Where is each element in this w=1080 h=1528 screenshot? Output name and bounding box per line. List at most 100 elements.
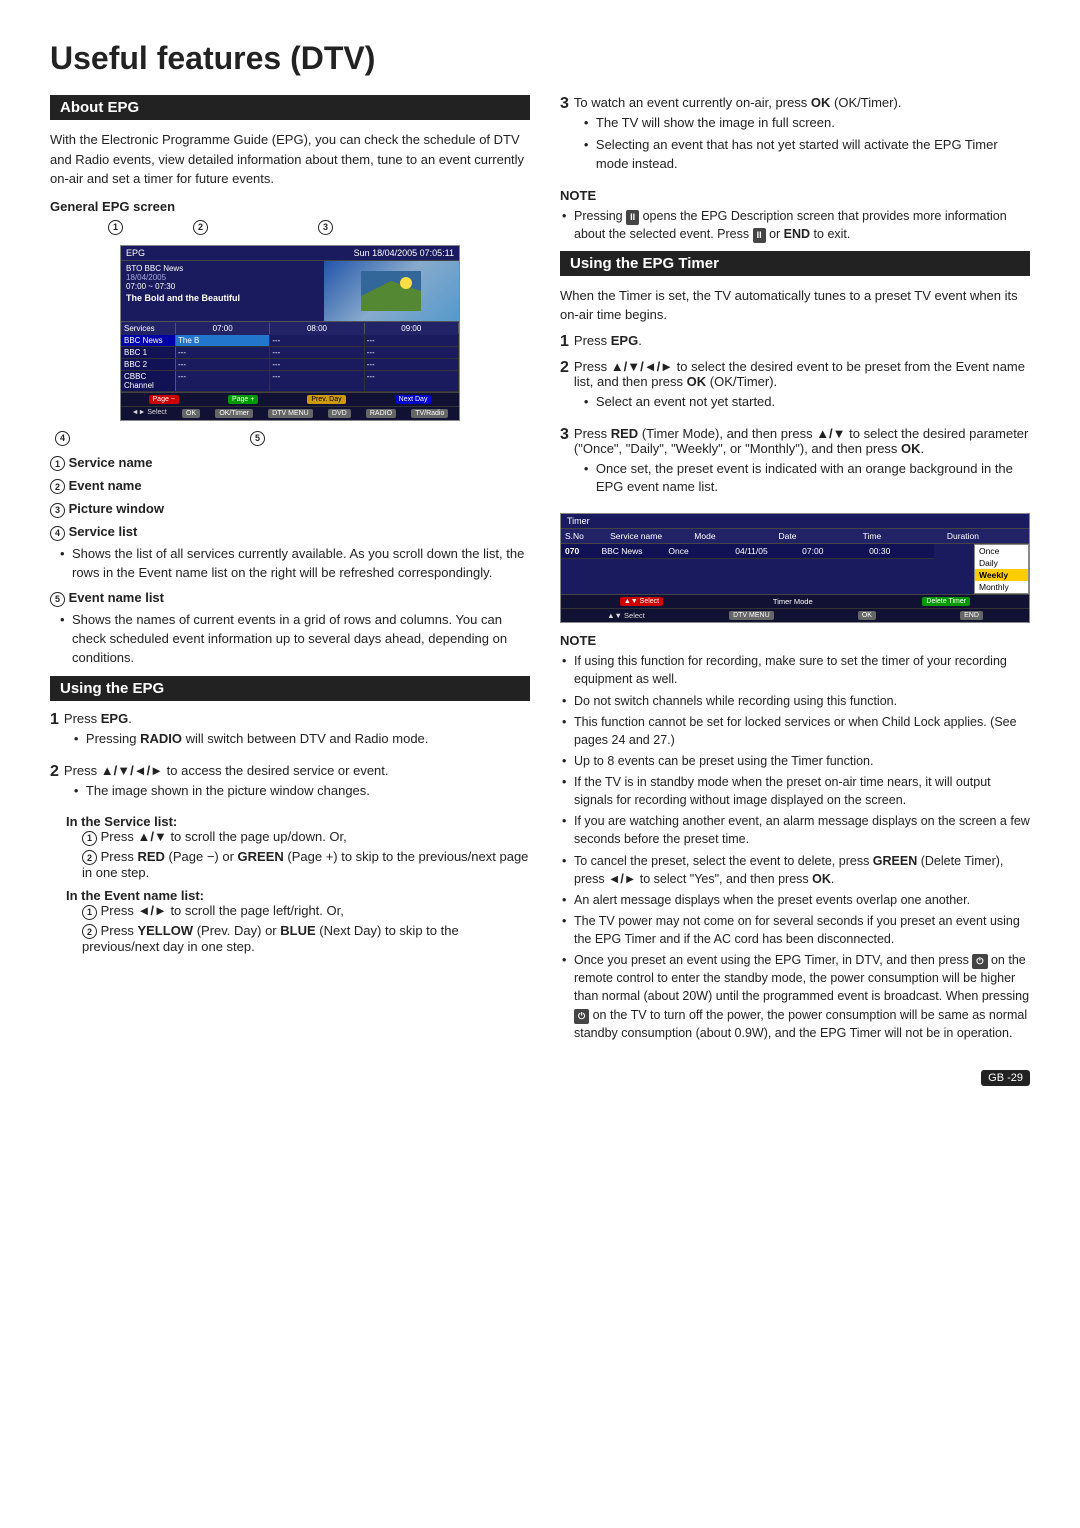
epg-times-header: 07:00 08:00 09:00	[176, 323, 459, 334]
timer-ok[interactable]: OK	[858, 611, 876, 620]
epg-row-bbc1: BBC 1 --- --- ---	[121, 347, 459, 359]
epg-event-bbc2-2: ---	[270, 359, 364, 370]
page-number-badge: GB -29	[981, 1070, 1030, 1086]
epg-event-bbc2-1: ---	[176, 359, 270, 370]
epg-btn-dtv-menu[interactable]: DTV MENU	[268, 409, 313, 418]
epg-preview-time: 07:00 ~ 07:30	[126, 282, 319, 291]
right-step3-number: 3	[560, 95, 569, 113]
epg-rows: BBC News The B --- --- BBC 1 --- --	[121, 335, 459, 392]
timer-dropdown[interactable]: Once Daily Weekly Monthly	[974, 544, 1029, 594]
epg-btn-ok-timer[interactable]: OK/Timer	[215, 409, 253, 418]
event-list-item1: 1 Press ◄/► to scroll the page left/righ…	[82, 903, 530, 920]
timer-dd-once[interactable]: Once	[975, 545, 1028, 557]
note2-b8: An alert message displays when the prese…	[560, 891, 1030, 909]
event-list-title: In the Event name list:	[66, 888, 530, 903]
timer-step1: 1 Press EPG.	[560, 333, 1030, 351]
timer-step3-bullet1: Once set, the preset event is indicated …	[584, 460, 1030, 498]
callout-2-marker: 2	[193, 220, 208, 235]
using-epg-step1: 1 Press EPG. Pressing RADIO will switch …	[50, 711, 530, 755]
step2-content: Press ▲/▼/◄/► to access the desired serv…	[64, 763, 530, 807]
timer-dd-monthly[interactable]: Monthly	[975, 581, 1028, 593]
timer-duration-val: 00:30	[869, 546, 930, 556]
callout-item-4: 4 Service list Shows the list of all ser…	[50, 523, 530, 583]
epg-service-bbc1: BBC 1	[121, 347, 176, 358]
step2-bullet1: The image shown in the picture window ch…	[74, 782, 530, 801]
epg-channel: BTO BBC News	[126, 264, 319, 273]
epg-btn-tv-radio[interactable]: TV/Radio	[411, 409, 448, 418]
epg-time-3: 09:00	[365, 323, 459, 334]
timer-col-duration: Duration	[947, 531, 1025, 541]
timer-service-val: BBC News	[601, 546, 662, 556]
timer-col-time: Time	[863, 531, 941, 541]
event-list-subsection: In the Event name list: 1 Press ◄/► to s…	[66, 888, 530, 954]
callout-item-2: 2 Event name	[50, 477, 530, 495]
timer-dtv-menu[interactable]: DTV MENU	[729, 611, 774, 620]
epg-events-bbc2: --- --- ---	[176, 359, 459, 370]
timer-step2-bullets: Select an event not yet started.	[584, 393, 1030, 412]
note2-b9: The TV power may not come on for several…	[560, 912, 1030, 948]
epg-btn-page-plus[interactable]: Page +	[228, 395, 258, 404]
timer-col-sno: S.No	[565, 531, 604, 541]
callout-5-marker: 5	[250, 431, 265, 446]
general-epg-screen-title: General EPG screen	[50, 199, 530, 214]
epg-screen-mockup: 1 2 3 EPG Sun 18/04/2005 07:05:11 BTO BB…	[50, 220, 530, 446]
service-list-title: In the Service list:	[66, 814, 530, 829]
event-list-item2: 2 Press YELLOW (Prev. Day) or BLUE (Next…	[82, 923, 530, 955]
note2-title: NOTE	[560, 633, 1030, 648]
note2-box: NOTE If using this function for recordin…	[560, 633, 1030, 1042]
timer-dd-weekly[interactable]: Weekly	[975, 569, 1028, 581]
epg-event-bbc1-2: ---	[270, 347, 364, 358]
callout-list: 1 Service name 2 Event name 3 Picture wi…	[50, 454, 530, 668]
timer-nav: ▲▼ Select	[607, 611, 645, 620]
epg-datetime: Sun 18/04/2005 07:05:11	[354, 248, 454, 258]
timer-time-val: 07:00	[802, 546, 863, 556]
epg-btn-page-minus[interactable]: Page −	[149, 395, 179, 404]
note2-b3: This function cannot be set for locked s…	[560, 713, 1030, 749]
epg-row-cbbc: CBBC Channel --- --- ---	[121, 371, 459, 392]
right-step3-bullet2: Selecting an event that has not yet star…	[584, 136, 1030, 174]
epg-preview-image	[324, 261, 459, 321]
epg-preview-info: BTO BBC News 18/04/2005 07:00 ~ 07:30 Th…	[121, 261, 324, 321]
epg-btn-next-day[interactable]: Next Day	[395, 395, 432, 404]
service-list-item1: 1 Press ▲/▼ to scroll the page up/down. …	[82, 829, 530, 846]
note1-title: NOTE	[560, 188, 1030, 203]
about-epg-intro: With the Electronic Programme Guide (EPG…	[50, 130, 530, 189]
timer-btn-select[interactable]: ▲▼ Select	[620, 597, 663, 606]
timer-col-service: Service name	[610, 531, 688, 541]
timer-col-headers: S.No Service name Mode Date Time Duratio…	[561, 529, 1029, 544]
epg-event-3: ---	[365, 335, 459, 346]
timer-step3-bullets: Once set, the preset event is indicated …	[584, 460, 1030, 498]
timer-btn-delete[interactable]: Delete Timer	[922, 597, 970, 606]
epg-btn-radio[interactable]: RADIO	[366, 409, 396, 418]
epg-btn-ok[interactable]: OK	[182, 409, 200, 418]
timer-box: Timer S.No Service name Mode Date Time D…	[560, 513, 1030, 623]
callout-4-bullets: Shows the list of all services currently…	[60, 545, 530, 583]
timer-step1-number: 1	[560, 333, 569, 351]
epg-btn-prev-day[interactable]: Prev. Day	[307, 395, 345, 404]
note2-b4: Up to 8 events can be preset using the T…	[560, 752, 1030, 770]
timer-mode-label: Timer Mode	[773, 597, 813, 606]
epg-events-bbcnews: The B --- ---	[176, 335, 459, 346]
timer-dd-daily[interactable]: Daily	[975, 557, 1028, 569]
timer-step2: 2 Press ▲/▼/◄/► to select the desired ev…	[560, 359, 1030, 418]
note2-bullets: If using this function for recording, ma…	[560, 652, 1030, 1042]
step1-bullets: Pressing RADIO will switch between DTV a…	[74, 730, 530, 749]
epg-event-bbc1-3: ---	[365, 347, 459, 358]
step1-number: 1	[50, 711, 59, 729]
page-number-area: GB -29	[50, 1070, 1030, 1084]
step1-bullet1: Pressing RADIO will switch between DTV a…	[74, 730, 530, 749]
callout-item-5: 5 Event name list Shows the names of cur…	[50, 589, 530, 668]
timer-col-mode: Mode	[694, 531, 772, 541]
note1-box: NOTE Pressing II opens the EPG Descripti…	[560, 188, 1030, 243]
about-epg-section: About EPG With the Electronic Programme …	[50, 95, 530, 668]
timer-col-date: Date	[778, 531, 856, 541]
timer-data-area: 070 BBC News Once 04/11/05 07:00 00:30 O…	[561, 544, 1029, 594]
timer-end[interactable]: END	[960, 611, 983, 620]
step2-number: 2	[50, 763, 59, 781]
timer-header: Timer	[561, 514, 1029, 529]
epg-btn-dvd[interactable]: DVD	[328, 409, 351, 418]
epg-preview-title: The Bold and the Beautiful	[126, 293, 319, 303]
using-epg-header: Using the EPG	[50, 676, 530, 701]
step1-content: Press EPG. Pressing RADIO will switch be…	[64, 711, 530, 755]
note2-b1: If using this function for recording, ma…	[560, 652, 1030, 688]
